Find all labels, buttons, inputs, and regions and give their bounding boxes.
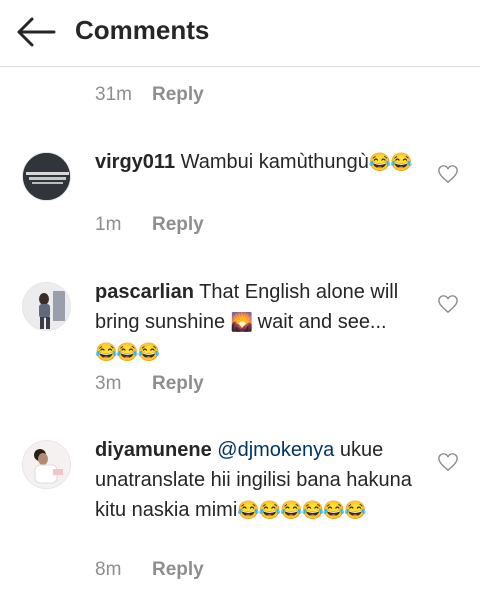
comment-time: 8m xyxy=(95,559,122,580)
avatar-image xyxy=(23,153,70,200)
comment-body: virgy011 Wambui kamùthungù😂😂 xyxy=(95,147,425,177)
page-title: Comments xyxy=(75,15,210,45)
reply-button[interactable]: Reply xyxy=(152,373,204,394)
comment-body: pascarlian That English alone will bring… xyxy=(95,277,425,367)
app-header: Comments xyxy=(0,0,480,67)
emoji-text: 😂😂😂😂😂😂 xyxy=(237,500,366,520)
comment-meta: 8m Reply xyxy=(95,559,204,581)
comment-time: 1m xyxy=(95,214,122,235)
avatar-image xyxy=(23,283,70,330)
back-button[interactable] xyxy=(16,14,56,50)
reply-button[interactable]: Reply xyxy=(152,84,204,105)
comment-username[interactable]: diyamunene xyxy=(95,439,212,461)
avatar[interactable] xyxy=(22,152,71,201)
mention-link[interactable]: @djmokenya xyxy=(217,439,334,461)
reply-button[interactable]: Reply xyxy=(152,559,204,580)
comment-meta-partial: 31m Reply xyxy=(95,84,204,106)
comment-username[interactable]: pascarlian xyxy=(95,281,194,303)
heart-icon[interactable] xyxy=(437,164,459,184)
comment-meta: 3m Reply xyxy=(95,373,204,395)
emoji-text: 🌄 xyxy=(230,312,253,332)
comment-body: diyamunene @djmokenya ukue unatranslate … xyxy=(95,435,425,525)
emoji-text: 😂😂 xyxy=(368,152,413,172)
comment-text: Wambui kamùthungù xyxy=(180,151,369,173)
avatar[interactable] xyxy=(22,440,71,489)
emoji-text: 😂😂😂 xyxy=(95,342,160,362)
heart-icon[interactable] xyxy=(437,452,459,472)
comment-meta: 1m Reply xyxy=(95,214,204,236)
reply-button[interactable]: Reply xyxy=(152,214,204,235)
comment-text-continued: wait and see... xyxy=(257,311,387,333)
heart-icon[interactable] xyxy=(437,294,459,314)
comment-username[interactable]: virgy011 xyxy=(95,151,175,173)
avatar[interactable] xyxy=(22,282,71,331)
avatar-image xyxy=(23,441,70,488)
arrow-left-icon xyxy=(17,17,56,47)
comment-time: 3m xyxy=(95,373,122,394)
comment-time: 31m xyxy=(95,84,132,105)
